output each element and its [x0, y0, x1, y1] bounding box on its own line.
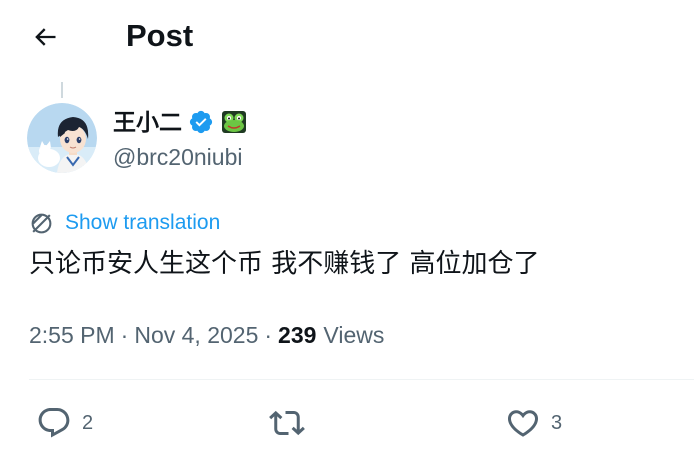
tweet-meta: 2:55 PM · Nov 4, 2025 · 239 Views — [29, 319, 384, 351]
reply-icon — [38, 408, 70, 438]
views-count: 239 — [278, 321, 317, 348]
reply-button[interactable]: 2 — [36, 403, 93, 443]
repost-button[interactable] — [269, 403, 315, 443]
header: Post — [0, 0, 694, 72]
user-handle[interactable]: @brc20niubi — [113, 142, 242, 172]
arrow-left-icon — [35, 28, 56, 46]
like-count: 3 — [551, 411, 563, 434]
heart-icon — [507, 410, 539, 437]
tweet-time[interactable]: 2:55 PM — [29, 322, 115, 349]
frog-emoji-icon — [220, 108, 248, 136]
page-title: Post — [126, 18, 194, 53]
show-translation-link[interactable]: Show translation — [65, 211, 220, 235]
display-name-row: 王小二 — [113, 106, 248, 138]
avatar[interactable] — [27, 103, 97, 173]
translate-icon — [31, 213, 52, 233]
views-label: Views — [323, 321, 385, 348]
tweet-date[interactable]: Nov 4, 2025 — [134, 322, 258, 349]
thread-connector-line — [61, 82, 63, 98]
back-button[interactable] — [26, 18, 64, 56]
reply-count: 2 — [82, 411, 94, 434]
meta-separator: · — [120, 321, 129, 348]
meta-separator: · — [264, 321, 273, 348]
like-button[interactable]: 3 — [505, 403, 562, 443]
verified-badge-icon[interactable] — [188, 109, 214, 135]
display-name[interactable]: 王小二 — [113, 106, 182, 138]
repost-icon — [269, 410, 305, 436]
tweet-text: 只论币安人生这个币 我不赚钱了 高位加仓了 — [29, 249, 540, 279]
divider — [29, 379, 694, 380]
translation-row[interactable]: Show translation — [29, 208, 220, 238]
avatar-image — [27, 103, 97, 173]
